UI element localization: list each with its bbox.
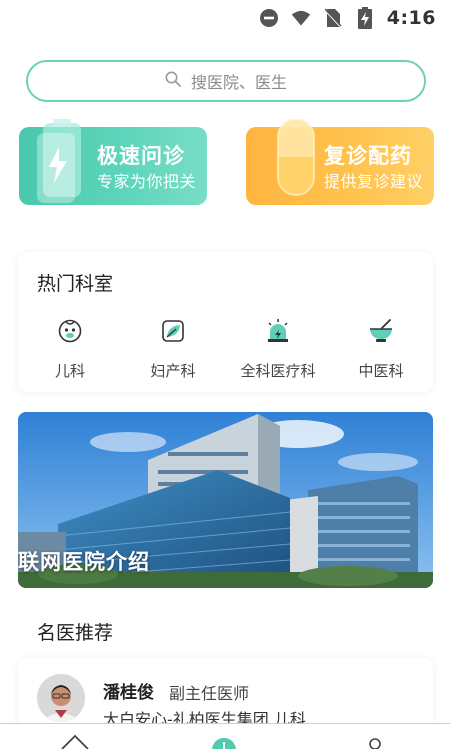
battery-charging-icon — [355, 7, 375, 29]
leaf-box-icon — [162, 320, 184, 342]
dept-general-practice-label: 全科医疗科 — [240, 362, 316, 380]
refill-prescription-card[interactable]: 复诊配药 提供复诊建议 — [246, 119, 434, 205]
home-icon[interactable] — [60, 732, 90, 749]
hospital-intro-banner[interactable]: 联网医院介绍 — [18, 412, 433, 588]
alarm-light-icon — [268, 319, 288, 342]
dept-pediatrics-label: 儿科 — [54, 362, 85, 380]
no-sim-icon — [323, 8, 343, 28]
bottom-nav — [0, 723, 450, 749]
refill-subtitle: 提供复诊建议 — [324, 172, 424, 191]
baby-face-icon — [58, 319, 82, 343]
hot-departments-card: 热门科室 儿科 妇产科 全科医疗科 中医科 — [18, 252, 433, 392]
status-bar: 4:16 — [0, 0, 450, 36]
dept-obstetrics-label: 妇产科 — [150, 362, 196, 380]
fast-consult-title: 极速问诊 — [97, 144, 185, 168]
search-placeholder: 搜医院、医生 — [190, 73, 287, 92]
profile-icon[interactable] — [367, 736, 383, 749]
fast-consult-subtitle: 专家为你把关 — [97, 172, 197, 191]
status-time: 4:16 — [386, 7, 436, 29]
add-icon[interactable] — [211, 736, 237, 749]
wifi-icon — [291, 8, 311, 28]
banner-text: 联网医院介绍 — [18, 550, 150, 574]
dept-tcm-label: 中医科 — [358, 362, 404, 380]
dept-tcm[interactable]: 中医科 — [331, 318, 431, 381]
search-icon — [165, 71, 181, 91]
dept-obstetrics[interactable]: 妇产科 — [123, 318, 223, 381]
mortar-icon — [370, 319, 392, 342]
doctor-name: 潘桂俊 — [103, 683, 154, 703]
avatar — [37, 674, 85, 722]
recommend-title: 名医推荐 — [37, 622, 114, 644]
do-not-disturb-icon — [259, 8, 279, 28]
fast-consult-card[interactable]: 极速问诊 专家为你把关 — [19, 119, 207, 205]
refill-title: 复诊配药 — [324, 144, 412, 168]
doctor-rank: 副主任医师 — [169, 684, 250, 703]
dept-general-practice[interactable]: 全科医疗科 — [228, 318, 328, 381]
capsule-icon — [277, 119, 315, 196]
hot-departments-title: 热门科室 — [37, 273, 114, 295]
dept-pediatrics[interactable]: 儿科 — [20, 318, 120, 381]
search-input[interactable]: 搜医院、医生 — [26, 60, 426, 102]
battery-bolt-icon — [37, 119, 81, 203]
